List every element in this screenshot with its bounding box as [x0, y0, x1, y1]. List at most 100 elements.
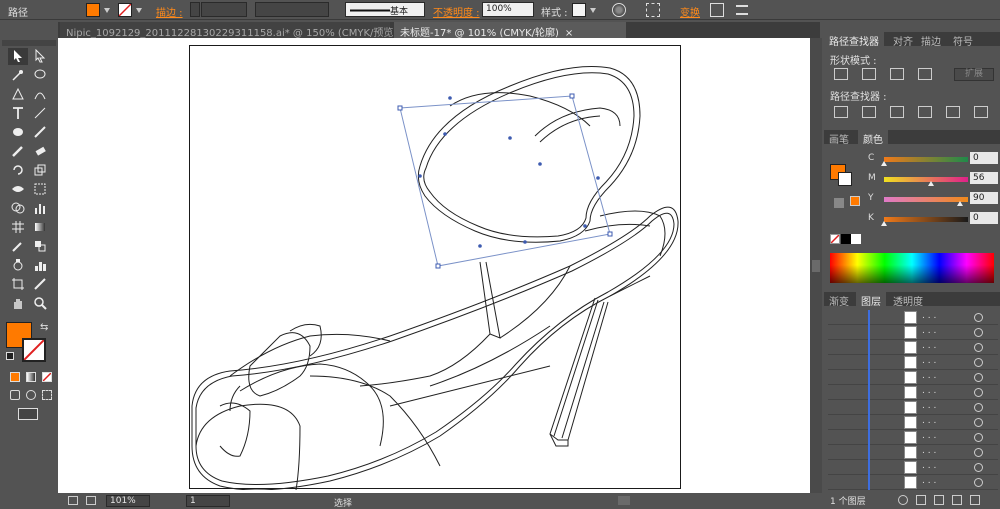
tab-transparency[interactable]: 透明度: [888, 292, 928, 308]
trash-icon[interactable]: [970, 495, 980, 505]
align-to-icon[interactable]: [646, 3, 660, 17]
width-tool[interactable]: [8, 181, 28, 198]
layer-name[interactable]: . . .: [922, 461, 936, 471]
exclude-icon[interactable]: [918, 68, 932, 80]
shoe-outline-artwork[interactable]: [190, 46, 682, 491]
vertical-scroll-thumb[interactable]: [812, 260, 820, 272]
minus-back-icon[interactable]: [974, 106, 988, 118]
unite-icon[interactable]: [834, 68, 848, 80]
layer-row[interactable]: . . .: [828, 475, 998, 490]
layer-row[interactable]: . . .: [828, 340, 998, 355]
tab-color[interactable]: 颜色: [858, 130, 888, 146]
color-mode-button[interactable]: [10, 372, 20, 382]
magic-wand-tool[interactable]: [8, 67, 28, 84]
target-icon[interactable]: [974, 328, 983, 337]
layer-name[interactable]: . . .: [922, 371, 936, 381]
visibility-icon[interactable]: [834, 476, 844, 488]
recolor-artwork-icon[interactable]: [612, 3, 626, 17]
slider-m[interactable]: M 56: [830, 172, 1000, 186]
layer-row[interactable]: . . .: [828, 460, 998, 475]
shape-builder-tool[interactable]: [8, 200, 28, 217]
fill-color-swatch[interactable]: [86, 3, 100, 17]
rotate-tool[interactable]: [8, 162, 28, 179]
target-icon[interactable]: [974, 433, 983, 442]
trim-icon[interactable]: [862, 106, 876, 118]
default-fill-stroke-icon[interactable]: [6, 352, 14, 360]
mesh-tool[interactable]: [8, 219, 28, 236]
fill-dropdown-arrow[interactable]: [104, 8, 110, 13]
channel-track[interactable]: [884, 177, 968, 182]
scale-tool[interactable]: [30, 162, 50, 179]
blend-tool[interactable]: [30, 238, 50, 255]
layer-row[interactable]: . . .: [828, 385, 998, 400]
draw-normal-icon[interactable]: [10, 390, 20, 400]
white-swatch[interactable]: [851, 234, 861, 244]
tab-layers[interactable]: 图层: [856, 292, 886, 308]
channel-value-field[interactable]: 90: [970, 192, 998, 204]
canvas[interactable]: [58, 38, 810, 493]
opacity-label[interactable]: 不透明度 :: [433, 4, 480, 19]
tab-document-1[interactable]: Nipic_1092129_20111228130229311158.ai* @…: [60, 22, 412, 39]
visibility-icon[interactable]: [834, 446, 844, 458]
channel-knob[interactable]: [881, 161, 887, 166]
intersect-icon[interactable]: [890, 68, 904, 80]
brush-definition-dropdown[interactable]: 基本: [345, 2, 425, 17]
eraser-tool[interactable]: [30, 143, 50, 160]
target-icon[interactable]: [974, 343, 983, 352]
tab-pathfinder[interactable]: 路径查找器: [824, 32, 884, 48]
pen-tool[interactable]: [8, 86, 28, 103]
target-icon[interactable]: [974, 463, 983, 472]
graphic-style-swatch[interactable]: [572, 3, 586, 17]
artboard-number-field[interactable]: 1: [186, 495, 230, 507]
visibility-icon[interactable]: [834, 341, 844, 353]
visibility-icon[interactable]: [834, 416, 844, 428]
layer-name[interactable]: . . .: [922, 476, 936, 486]
transform-link[interactable]: 变换: [680, 4, 700, 19]
target-icon[interactable]: [974, 313, 983, 322]
draw-inside-icon[interactable]: [42, 390, 52, 400]
graph-tool[interactable]: [30, 200, 50, 217]
opacity-field[interactable]: 100%: [482, 2, 534, 17]
screen-mode-button[interactable]: [18, 408, 38, 420]
type-tool[interactable]: [8, 105, 28, 122]
layer-row[interactable]: . . .: [828, 325, 998, 340]
layer-row[interactable]: . . .: [828, 370, 998, 385]
horizontal-scroll-thumb[interactable]: [618, 496, 630, 505]
stroke-dropdown-arrow[interactable]: [136, 8, 142, 13]
slider-y[interactable]: Y 90: [830, 192, 1000, 206]
merge-icon[interactable]: [890, 106, 904, 118]
visibility-icon[interactable]: [834, 431, 844, 443]
target-icon[interactable]: [974, 388, 983, 397]
tab-stroke[interactable]: 描边: [916, 32, 946, 48]
lasso-tool[interactable]: [30, 67, 50, 84]
status-mode-label[interactable]: 选择: [334, 496, 352, 509]
visibility-icon[interactable]: [834, 371, 844, 383]
gradient-tool[interactable]: [30, 219, 50, 236]
visibility-icon[interactable]: [834, 311, 844, 323]
tab-align[interactable]: 对齐: [888, 32, 918, 48]
stroke-color-swatch[interactable]: [118, 3, 132, 17]
stroke-weight-stepper[interactable]: [190, 2, 200, 17]
slice-tool[interactable]: [30, 276, 50, 293]
layer-name[interactable]: . . .: [922, 446, 936, 456]
slider-c[interactable]: C 0: [830, 152, 1000, 166]
visibility-icon[interactable]: [834, 461, 844, 473]
swap-fill-stroke-icon[interactable]: ⇆: [40, 322, 48, 333]
layer-row[interactable]: . . .: [828, 445, 998, 460]
none-color-icon[interactable]: [830, 234, 840, 244]
zoom-tool[interactable]: [30, 295, 50, 312]
zoom-level-field[interactable]: 101%: [106, 495, 150, 507]
line-segment-tool[interactable]: [30, 105, 50, 122]
variable-width-profile[interactable]: [255, 2, 329, 17]
slider-k[interactable]: K 0: [830, 212, 1000, 226]
minus-front-icon[interactable]: [862, 68, 876, 80]
pencil-tool[interactable]: [8, 143, 28, 160]
none-mode-button[interactable]: [42, 372, 52, 382]
hand-tool[interactable]: [8, 295, 28, 312]
layer-name[interactable]: . . .: [922, 401, 936, 411]
paintbrush-tool[interactable]: [30, 124, 50, 141]
divide-icon[interactable]: [834, 106, 848, 118]
isolate-icon[interactable]: [710, 3, 724, 17]
stroke-color-box[interactable]: [22, 338, 46, 362]
layer-name[interactable]: . . .: [922, 416, 936, 426]
